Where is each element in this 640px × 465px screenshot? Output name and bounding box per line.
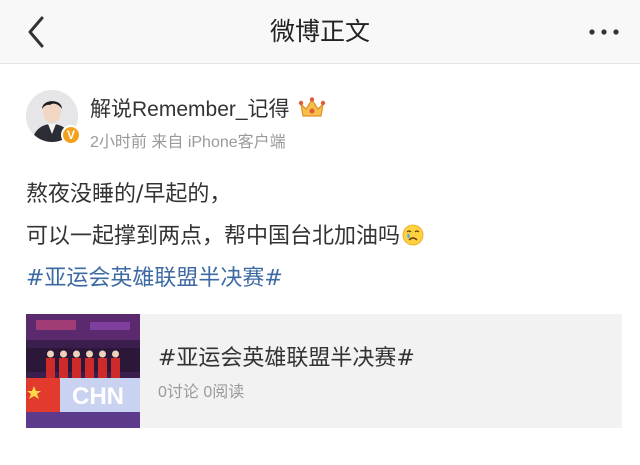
- topic-title: #亚运会英雄联盟半决赛#: [158, 346, 415, 371]
- topic-stats: 0讨论 0阅读: [158, 378, 244, 402]
- post-source: iPhone客户端: [187, 134, 286, 151]
- page-title: 微博正文: [269, 17, 370, 46]
- team-china-photo: CHN: [26, 314, 140, 428]
- more-dots-icon: [589, 29, 619, 35]
- post-author: V 解说Remember_记得 2小时前 来自 iPhone客户端: [26, 90, 626, 152]
- crying-face-icon: [402, 224, 424, 246]
- read-count: 0阅读: [203, 384, 245, 401]
- post-time: 2小时前: [90, 134, 147, 151]
- post-meta: 2小时前 来自 iPhone客户端: [90, 128, 286, 152]
- post-body: 熬夜没睡的/早起的， 可以一起撑到两点，帮中国台北加油吗 #亚运会英雄联盟半决赛…: [26, 174, 616, 300]
- thumbnail-caption: CHN: [72, 383, 124, 410]
- hashtag-link[interactable]: #亚运会英雄联盟半决赛#: [26, 266, 283, 291]
- post-line: #亚运会英雄联盟半决赛#: [26, 258, 616, 300]
- post-line: 熬夜没睡的/早起的，: [26, 182, 232, 207]
- topic-card[interactable]: CHN #亚运会英雄联盟半决赛# 0讨论 0阅读: [26, 314, 622, 428]
- post-line-text: 可以一起撑到两点，帮中国台北加油吗: [26, 224, 401, 249]
- post-line: 可以一起撑到两点，帮中国台北加油吗: [26, 216, 616, 258]
- discussion-count: 0讨论: [158, 384, 199, 401]
- crown-icon[interactable]: [298, 96, 326, 120]
- source-prefix: 来自: [151, 134, 184, 151]
- nav-bar: 微博正文: [0, 0, 640, 64]
- username[interactable]: 解说Remember_记得: [90, 93, 290, 123]
- more-options-button[interactable]: [582, 12, 626, 52]
- topic-thumbnail: CHN: [26, 314, 140, 428]
- verified-badge: V: [61, 125, 81, 145]
